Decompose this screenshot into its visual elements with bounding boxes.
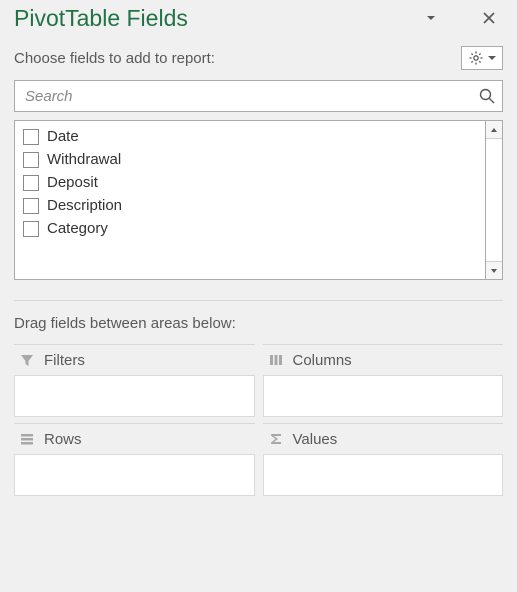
- field-item-withdrawal[interactable]: Withdrawal: [15, 148, 485, 171]
- columns-icon: [267, 351, 285, 369]
- area-values-dropzone[interactable]: [263, 454, 504, 496]
- chevron-down-icon: [488, 54, 496, 62]
- drag-instruction-label: Drag fields between areas below:: [0, 301, 517, 344]
- area-columns: Columns: [263, 344, 504, 417]
- area-values: Values: [263, 423, 504, 496]
- area-rows-header: Rows: [14, 423, 255, 454]
- area-filters-header: Filters: [14, 344, 255, 375]
- tools-button[interactable]: [461, 46, 503, 70]
- scroll-up-button[interactable]: [486, 121, 502, 139]
- area-filters-dropzone[interactable]: [14, 375, 255, 417]
- field-item-description[interactable]: Description: [15, 194, 485, 217]
- field-item-category[interactable]: Category: [15, 217, 485, 240]
- pivottable-fields-pane: PivotTable Fields Choose fields to add t…: [0, 0, 517, 592]
- area-rows: Rows: [14, 423, 255, 496]
- pane-title: PivotTable Fields: [14, 5, 417, 32]
- checkbox-unchecked[interactable]: [23, 152, 39, 168]
- field-list-scrollbar[interactable]: [485, 120, 503, 280]
- area-rows-dropzone[interactable]: [14, 454, 255, 496]
- scroll-down-button[interactable]: [486, 261, 502, 279]
- area-columns-label: Columns: [293, 352, 352, 369]
- area-filters: Filters: [14, 344, 255, 417]
- areas-grid: Filters Columns Rows: [0, 344, 517, 510]
- area-values-header: Values: [263, 423, 504, 454]
- sigma-icon: [267, 430, 285, 448]
- rows-icon: [18, 430, 36, 448]
- area-rows-label: Rows: [44, 431, 82, 448]
- search-icon: [478, 87, 496, 105]
- field-list-options-dropdown[interactable]: [417, 4, 445, 32]
- checkbox-unchecked[interactable]: [23, 221, 39, 237]
- subtitle-row: Choose fields to add to report:: [0, 40, 517, 78]
- filter-icon: [18, 351, 36, 369]
- field-label: Category: [47, 220, 108, 237]
- field-label: Withdrawal: [47, 151, 121, 168]
- field-list[interactable]: Date Withdrawal Deposit Description Cate…: [14, 120, 485, 280]
- field-label: Description: [47, 197, 122, 214]
- subtitle-label: Choose fields to add to report:: [14, 50, 461, 67]
- field-item-date[interactable]: Date: [15, 125, 485, 148]
- checkbox-unchecked[interactable]: [23, 198, 39, 214]
- area-columns-header: Columns: [263, 344, 504, 375]
- close-button[interactable]: [475, 4, 503, 32]
- area-values-label: Values: [293, 431, 338, 448]
- field-label: Deposit: [47, 174, 98, 191]
- search-box[interactable]: [14, 80, 503, 112]
- search-input[interactable]: [23, 87, 478, 106]
- field-item-deposit[interactable]: Deposit: [15, 171, 485, 194]
- area-columns-dropzone[interactable]: [263, 375, 504, 417]
- checkbox-unchecked[interactable]: [23, 129, 39, 145]
- field-list-container: Date Withdrawal Deposit Description Cate…: [14, 120, 503, 280]
- pane-header: PivotTable Fields: [0, 0, 517, 40]
- scroll-track[interactable]: [486, 139, 502, 261]
- field-label: Date: [47, 128, 79, 145]
- gear-icon: [468, 50, 484, 66]
- checkbox-unchecked[interactable]: [23, 175, 39, 191]
- area-filters-label: Filters: [44, 352, 85, 369]
